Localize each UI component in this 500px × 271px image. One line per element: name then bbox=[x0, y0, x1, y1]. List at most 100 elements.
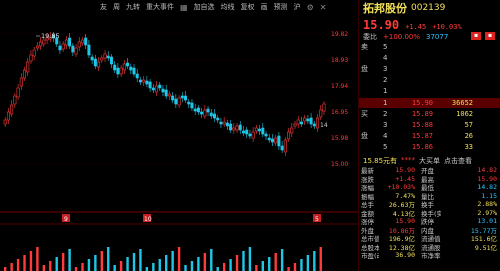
stat-value: 9.51亿 bbox=[474, 243, 497, 252]
candle-body bbox=[261, 127, 265, 135]
volume-bar bbox=[29, 251, 33, 271]
stat-value: 2.97% bbox=[477, 208, 497, 217]
candle-body bbox=[184, 95, 188, 101]
candle-body bbox=[306, 118, 310, 122]
volume-bar bbox=[319, 247, 322, 271]
candle-body bbox=[142, 79, 146, 83]
sell-row: 卖 5 bbox=[361, 43, 388, 51]
candle-body bbox=[274, 137, 278, 144]
view-link[interactable]: 点击查看 bbox=[444, 156, 472, 166]
stat-value: +1.45 bbox=[395, 174, 415, 183]
stat-value: 4.13亿 bbox=[392, 209, 415, 218]
candle-body bbox=[58, 45, 62, 51]
candle-body bbox=[264, 133, 268, 137]
candle-body bbox=[29, 54, 33, 62]
price-tick: 18.93 bbox=[331, 57, 348, 64]
candle-body bbox=[16, 87, 20, 98]
volume-bar bbox=[190, 261, 194, 271]
candle-body bbox=[106, 55, 110, 59]
stat-row: 市盈(动) 36.90 市净率 bbox=[361, 251, 499, 260]
volume-bar bbox=[49, 261, 52, 271]
candle-body bbox=[312, 123, 316, 127]
stock-code: 002139 bbox=[411, 3, 446, 13]
kline-svg: 19.85 19.82 18.93 17.94 16.95 15.98 15.0… bbox=[0, 31, 358, 271]
sell-row: 4 bbox=[383, 54, 388, 62]
kline-chart-pane[interactable]: 友 周 九转 重大事件 ▦ 加自选 均线 复权 画 预测 沪 ⚙ ✕ 19.85… bbox=[0, 0, 358, 271]
candle-body bbox=[103, 53, 107, 59]
candle-body bbox=[177, 97, 181, 106]
candle-body bbox=[319, 109, 323, 118]
stat-value: 2.88% bbox=[477, 200, 497, 209]
volume-bar bbox=[158, 259, 161, 271]
candle-body bbox=[167, 93, 171, 97]
stat-value: 14.82 bbox=[477, 183, 497, 192]
volume-bar bbox=[10, 263, 13, 271]
candle-body bbox=[200, 111, 204, 115]
candle-body bbox=[3, 119, 7, 125]
volume-bar bbox=[74, 267, 78, 271]
volume-bar bbox=[94, 255, 97, 271]
price-change-pct: +10.03% bbox=[432, 23, 462, 31]
candle-body bbox=[206, 108, 210, 113]
candle-body bbox=[145, 80, 149, 85]
candle-body bbox=[235, 125, 239, 131]
sell-row: 2 bbox=[383, 76, 388, 84]
sell-row: 1 bbox=[383, 87, 388, 95]
candle-body bbox=[238, 124, 242, 131]
candle-body bbox=[61, 43, 65, 50]
volume-bar bbox=[242, 251, 245, 271]
candle-body bbox=[248, 133, 252, 137]
volume-bar bbox=[145, 267, 149, 271]
volume-bar bbox=[268, 257, 271, 271]
candle-body bbox=[100, 57, 104, 61]
flag-badge[interactable]: ▪ bbox=[485, 32, 495, 40]
candle-body bbox=[135, 73, 139, 79]
candle-body bbox=[6, 111, 10, 121]
candle-body bbox=[148, 81, 152, 89]
volume-bar bbox=[119, 261, 123, 271]
buy-row: 1 15.90 36652 bbox=[383, 99, 473, 107]
sell-row: 盘 3 bbox=[361, 65, 388, 73]
candle-body bbox=[97, 61, 101, 68]
stat-value: 1.15 bbox=[481, 191, 497, 200]
candle-body bbox=[251, 131, 255, 139]
weicha-value: 37077 bbox=[426, 33, 449, 41]
candle-body bbox=[299, 121, 303, 125]
candle-body bbox=[280, 145, 284, 151]
weibi-row: 委比 +100.00% 37077 bbox=[363, 32, 448, 42]
last-marker-label: 14 bbox=[320, 122, 328, 129]
date-marker: 10 bbox=[144, 216, 152, 223]
candle-body bbox=[32, 49, 36, 57]
volume-bar bbox=[210, 249, 213, 271]
flag-badge[interactable]: ▪ bbox=[471, 32, 481, 40]
stat-value: +10.03% bbox=[387, 183, 415, 192]
volume-bar bbox=[216, 267, 219, 271]
candle-body bbox=[245, 129, 249, 135]
volume-bar bbox=[36, 247, 39, 271]
candle-body bbox=[23, 69, 27, 79]
stat-value: 15.90 bbox=[395, 166, 415, 175]
candle-body bbox=[90, 56, 94, 61]
weibi-label: 委比 bbox=[363, 33, 377, 41]
volume-bar bbox=[126, 257, 129, 271]
volume-bar bbox=[87, 259, 91, 271]
candle-body bbox=[283, 139, 287, 153]
candle-body bbox=[203, 109, 207, 117]
volume-bar bbox=[23, 255, 26, 271]
volume-bar bbox=[61, 253, 65, 271]
volume-bar bbox=[171, 251, 174, 271]
price-tick: 15.00 bbox=[331, 161, 348, 168]
candle-body bbox=[287, 131, 291, 140]
candle-body bbox=[161, 88, 165, 93]
price-tick: 15.98 bbox=[331, 135, 348, 142]
candle-body bbox=[225, 122, 229, 127]
candle-body bbox=[254, 127, 258, 132]
price-tick: 16.95 bbox=[331, 109, 348, 116]
candle-body bbox=[241, 130, 245, 134]
price-tick: 17.94 bbox=[331, 83, 348, 90]
candle-body bbox=[174, 98, 178, 105]
candle-body bbox=[93, 58, 97, 67]
volume-bar bbox=[139, 249, 142, 271]
candle-body bbox=[35, 45, 39, 49]
stat-value: 14.82 bbox=[477, 166, 497, 175]
